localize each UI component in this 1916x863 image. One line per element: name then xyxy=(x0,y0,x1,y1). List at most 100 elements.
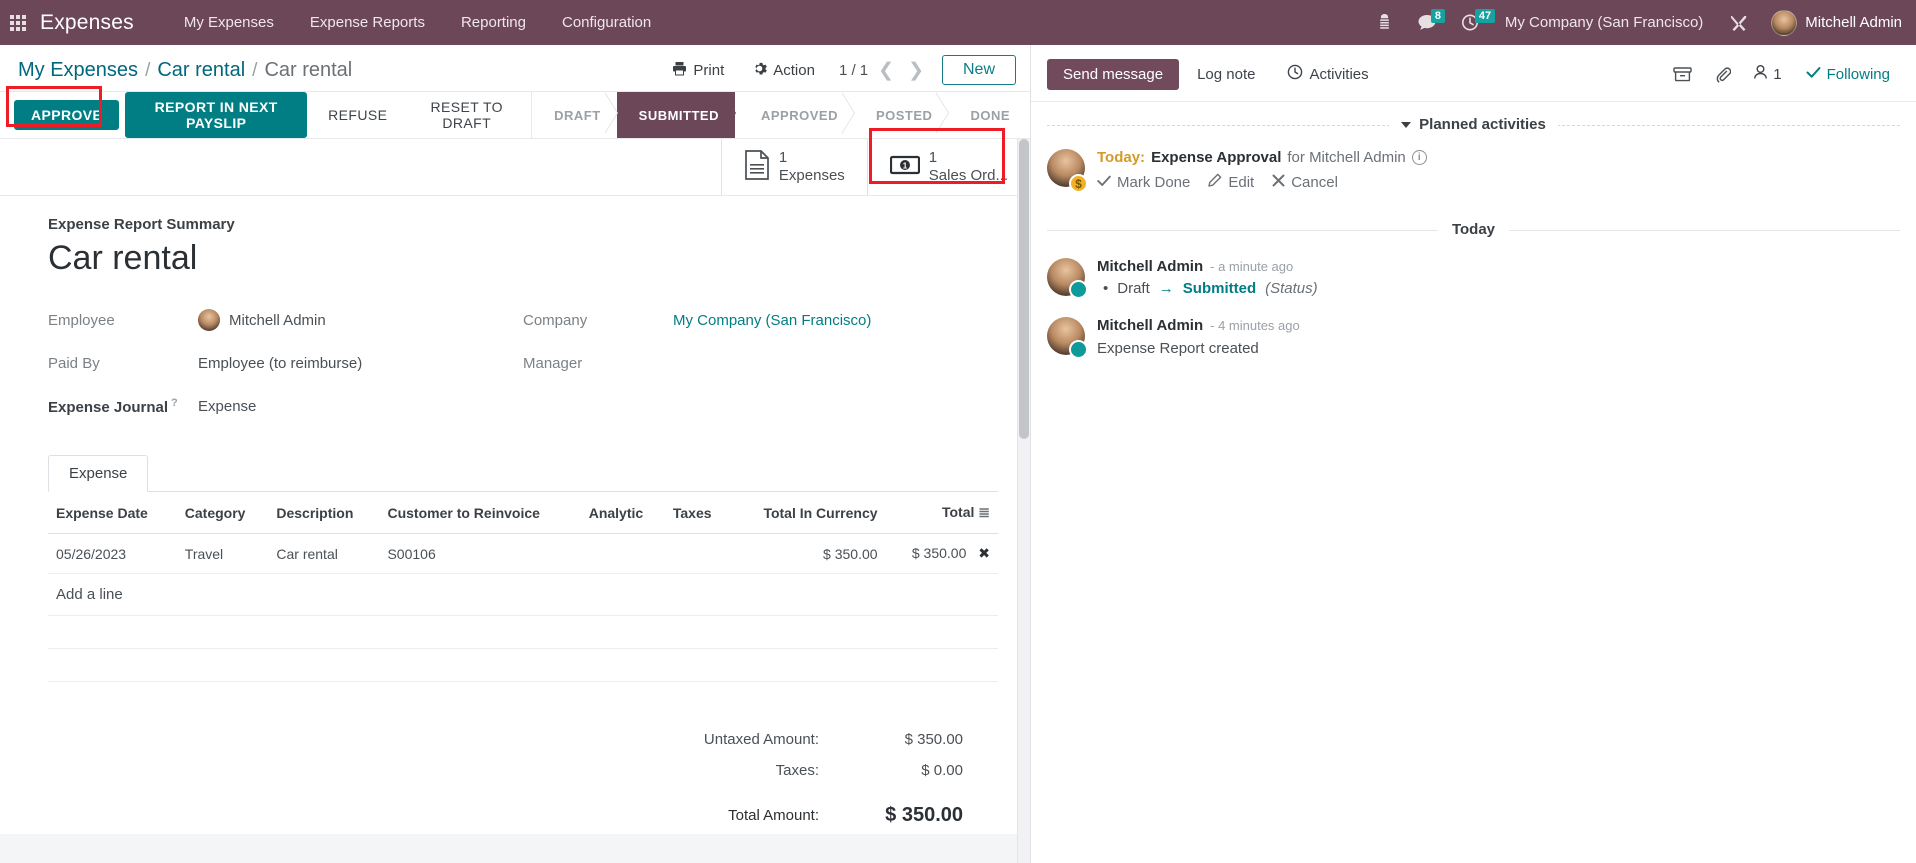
message-body: Expense Report created xyxy=(1097,340,1259,357)
breadcrumb: My Expenses / Car rental / Car rental xyxy=(18,59,352,82)
help-tooltip-icon[interactable]: ? xyxy=(171,397,178,409)
menu-item-my-expenses[interactable]: My Expenses xyxy=(166,0,292,45)
stage-posted[interactable]: POSTED xyxy=(853,92,950,138)
column-analytic: Analytic xyxy=(580,492,665,535)
column-expense-date: Expense Date xyxy=(48,492,177,535)
mark-done-button[interactable]: Mark Done xyxy=(1097,173,1190,191)
taxes-label: Taxes: xyxy=(775,762,819,780)
field-expense-journal-value[interactable]: Expense xyxy=(198,398,256,415)
bullet-icon: • xyxy=(1103,280,1109,297)
message-timestamp: - a minute ago xyxy=(1210,259,1294,274)
following-label: Following xyxy=(1826,65,1890,83)
edit-activity-button[interactable]: Edit xyxy=(1208,173,1254,191)
cell-customer-to-reinvoice[interactable]: S00106 xyxy=(379,533,581,575)
column-options-icon[interactable]: ≣ xyxy=(978,504,990,520)
cancel-activity-button[interactable]: Cancel xyxy=(1272,173,1338,191)
chat-bubble-icon[interactable]: 8 xyxy=(1405,0,1449,45)
column-taxes: Taxes xyxy=(664,492,731,535)
stage-draft[interactable]: DRAFT xyxy=(532,92,618,138)
chatter-panel: Send message Log note Activities 1 Follo… xyxy=(1030,45,1916,863)
send-message-button[interactable]: Send message xyxy=(1047,58,1180,90)
activities-button[interactable]: Activities xyxy=(1273,57,1382,91)
new-button[interactable]: New xyxy=(941,55,1016,85)
close-x-icon[interactable]: ✖ xyxy=(970,545,990,561)
message-author[interactable]: Mitchell Admin xyxy=(1097,317,1203,334)
refuse-button[interactable]: REFUSE xyxy=(313,100,402,130)
app-brand-expenses[interactable]: Expenses xyxy=(40,11,134,35)
total-row-amount: Total Amount: $ 350.00 xyxy=(704,786,963,834)
field-paid-by: Paid By Employee (to reimburse) xyxy=(48,347,523,379)
menu-item-expense-reports[interactable]: Expense Reports xyxy=(292,0,443,45)
cell-expense-date[interactable]: 05/26/2023 xyxy=(48,533,177,575)
chatter-message: Mitchell Admin - 4 minutes ago Expense R… xyxy=(1047,311,1900,371)
stage-approved[interactable]: APPROVED xyxy=(735,92,855,138)
clock-icon[interactable]: 47 xyxy=(1449,0,1496,45)
cell-description[interactable]: Car rental xyxy=(268,533,380,575)
field-company-value[interactable]: My Company (San Francisco) xyxy=(673,312,871,329)
field-employee-value[interactable]: Mitchell Admin xyxy=(198,309,326,332)
scrollbar-thumb[interactable] xyxy=(1019,139,1029,439)
paperclip-icon[interactable] xyxy=(1706,66,1739,83)
field-company-label: Company xyxy=(523,311,588,329)
today-divider-label: Today xyxy=(1437,221,1510,238)
tab-expense[interactable]: Expense xyxy=(48,455,149,493)
menu-item-configuration[interactable]: Configuration xyxy=(544,0,669,45)
total-amount-label: Total Amount: xyxy=(728,807,819,825)
action-button[interactable]: Action xyxy=(738,57,829,84)
gear-icon xyxy=(752,61,768,80)
stage-submitted[interactable]: SUBMITTED xyxy=(616,92,737,138)
notebook: Expense Expense Date Category Descriptio… xyxy=(48,455,998,683)
tracking-value-row: • Draft → Submitted (Status) xyxy=(1097,280,1900,297)
breadcrumb-item-car-rental-list[interactable]: Car rental xyxy=(157,59,245,82)
planned-activities-toggle[interactable]: Planned activities xyxy=(1389,116,1558,133)
menu-item-reporting[interactable]: Reporting xyxy=(443,0,544,45)
smart-button-expenses[interactable]: 1 Expenses xyxy=(720,139,867,195)
message-author[interactable]: Mitchell Admin xyxy=(1097,258,1203,275)
field-paid-by-value[interactable]: Employee (to reimburse) xyxy=(198,355,362,372)
print-button[interactable]: Print xyxy=(658,57,738,84)
cell-analytic[interactable] xyxy=(580,533,665,575)
activity-today-label: Today: xyxy=(1097,149,1146,166)
vertical-scrollbar[interactable] xyxy=(1017,139,1030,863)
reset-to-draft-button[interactable]: RESET TO DRAFT xyxy=(402,92,531,138)
wrench-screwdriver-icon[interactable] xyxy=(1717,0,1761,45)
field-paid-by-label: Paid By xyxy=(48,354,100,372)
user-menu[interactable]: Mitchell Admin xyxy=(1761,9,1902,36)
stage-done[interactable]: DONE xyxy=(948,92,1030,138)
breadcrumb-item-my-expenses[interactable]: My Expenses xyxy=(18,59,138,82)
check-icon xyxy=(1806,66,1821,83)
notebook-tabs: Expense xyxy=(48,455,998,493)
megaphone-icon[interactable] xyxy=(1364,0,1405,45)
cell-category[interactable]: Travel xyxy=(176,533,269,575)
chevron-left-icon[interactable]: ❮ xyxy=(878,61,894,80)
page-title: Car rental xyxy=(48,239,198,277)
edit-label: Edit xyxy=(1228,173,1255,191)
planned-activities-header: Planned activities xyxy=(1047,116,1900,133)
cell-total[interactable]: $ 350.00 ✖ xyxy=(885,533,998,575)
print-label: Print xyxy=(693,61,725,79)
activity-summary-line: Today: Expense Approval for Mitchell Adm… xyxy=(1097,149,1900,166)
form-view: My Expenses / Car rental / Car rental Pr… xyxy=(0,45,1030,863)
archive-icon[interactable] xyxy=(1665,66,1700,82)
top-navbar: Expenses My Expenses Expense Reports Rep… xyxy=(0,0,1916,45)
user-icon xyxy=(1753,64,1768,84)
add-a-line-button[interactable]: Add a line xyxy=(48,574,998,617)
cell-total-text: $ 350.00 xyxy=(911,545,967,562)
table-row[interactable]: 05/26/2023 Travel Car rental S00106 $ 35… xyxy=(48,533,998,575)
following-button[interactable]: Following xyxy=(1796,66,1900,83)
breadcrumb-item-current: Car rental xyxy=(264,58,353,81)
info-icon[interactable]: i xyxy=(1411,150,1427,165)
approve-button[interactable]: APPROVE xyxy=(14,100,120,130)
cell-taxes[interactable] xyxy=(664,533,731,575)
company-selector[interactable]: My Company (San Francisco) xyxy=(1491,14,1717,31)
control-panel: My Expenses / Car rental / Car rental Pr… xyxy=(0,45,1030,92)
smart-button-sales-orders[interactable]: 1 1 Sales Ord... xyxy=(866,139,1030,195)
cell-total-in-currency[interactable]: $ 350.00 xyxy=(730,533,886,575)
report-in-next-payslip-button[interactable]: REPORT IN NEXT PAYSLIP xyxy=(125,92,308,138)
column-total: Total ≣ xyxy=(885,492,998,535)
log-note-button[interactable]: Log note xyxy=(1183,59,1269,90)
field-expense-journal-label: Expense Journal? xyxy=(48,397,198,416)
apps-grid-icon[interactable] xyxy=(10,14,26,31)
followers-button[interactable]: 1 xyxy=(1745,64,1789,84)
chevron-right-icon[interactable]: ❯ xyxy=(908,61,924,80)
